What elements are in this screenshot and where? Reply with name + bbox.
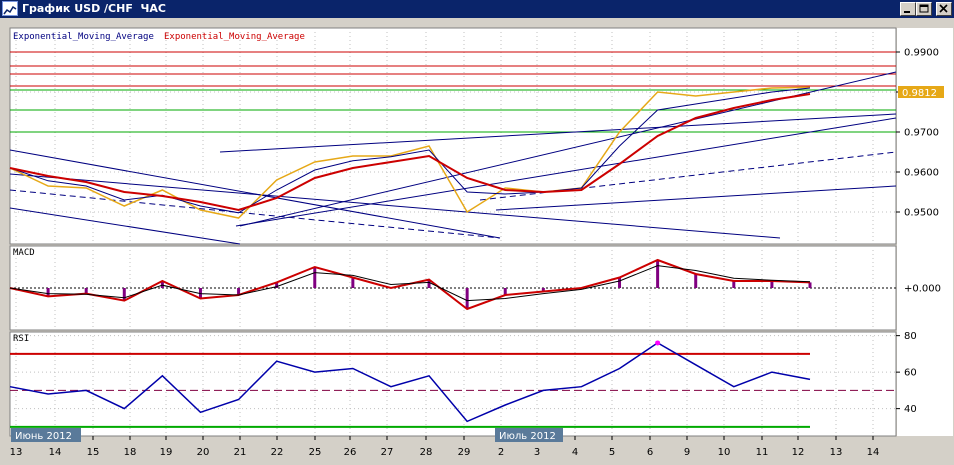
window-title: График USD /CHF ЧАС [22, 2, 166, 15]
x-tick-label: 15 [87, 447, 100, 458]
x-tick-label: 10 [718, 447, 731, 458]
y-tick-label: 0.9900 [904, 48, 939, 59]
x-tick-label: 3 [534, 447, 540, 458]
x-tick-label: 4 [572, 447, 578, 458]
price-tag-value: 0.9812 [902, 88, 937, 99]
x-tick-label: 22 [271, 447, 284, 458]
x-tick-label: 13 [830, 447, 843, 458]
x-tick-label: 29 [458, 447, 471, 458]
x-tick-label: 26 [344, 447, 357, 458]
y-tick-label: 40 [904, 404, 917, 415]
close-icon [939, 4, 948, 13]
close-button[interactable] [936, 2, 952, 16]
x-tick-label: 20 [197, 447, 210, 458]
x-tick-label: 21 [234, 447, 247, 458]
x-tick-label: 13 [10, 447, 23, 458]
chart-canvas[interactable]: Exponential_Moving_Average Exponential_M… [0, 18, 954, 465]
x-tick-label: 11 [756, 447, 769, 458]
x-tick-label: 28 [420, 447, 433, 458]
x-tick-label: 14 [867, 447, 880, 458]
y-tick-label: 60 [904, 368, 917, 379]
restore-button[interactable] [916, 2, 932, 16]
x-tick-label: 5 [609, 447, 615, 458]
legend-ema-slow: Exponential_Moving_Average [164, 32, 305, 42]
x-tick-label: 9 [684, 447, 690, 458]
x-tick-label: 2 [498, 447, 504, 458]
x-tick-label: 6 [647, 447, 653, 458]
x-tick-label: 19 [160, 447, 173, 458]
y-tick-label: 0.9500 [904, 208, 939, 219]
x-tick-label: 25 [309, 447, 322, 458]
month-tag-july: Июль 2012 [499, 431, 556, 442]
month-tag-june: Июнь 2012 [15, 431, 72, 442]
y-tick-label: +0.000 [904, 284, 941, 295]
x-tick-label: 12 [792, 447, 805, 458]
minimize-button[interactable] [900, 2, 916, 16]
x-tick-label: 14 [49, 447, 62, 458]
title-bar[interactable]: График USD /CHF ЧАС [0, 0, 954, 18]
chart-app-icon [2, 1, 18, 16]
x-tick-label: 18 [124, 447, 137, 458]
macd-label: MACD [13, 248, 35, 258]
x-tick-label: 27 [381, 447, 394, 458]
time-axis [0, 437, 954, 465]
minimize-icon [904, 11, 910, 13]
restore-icon [919, 4, 929, 13]
rsi-pane[interactable] [9, 331, 897, 437]
y-tick-label: 0.9600 [904, 168, 939, 179]
chart-window: График USD /CHF ЧАС Exponential_Moving_A… [0, 0, 954, 465]
legend-ema-fast: Exponential_Moving_Average [13, 32, 154, 42]
y-tick-label: 0.9700 [904, 128, 939, 139]
rsi-overbought-point [655, 340, 661, 346]
y-tick-label: 80 [904, 331, 917, 342]
rsi-label: RSI [13, 334, 29, 344]
